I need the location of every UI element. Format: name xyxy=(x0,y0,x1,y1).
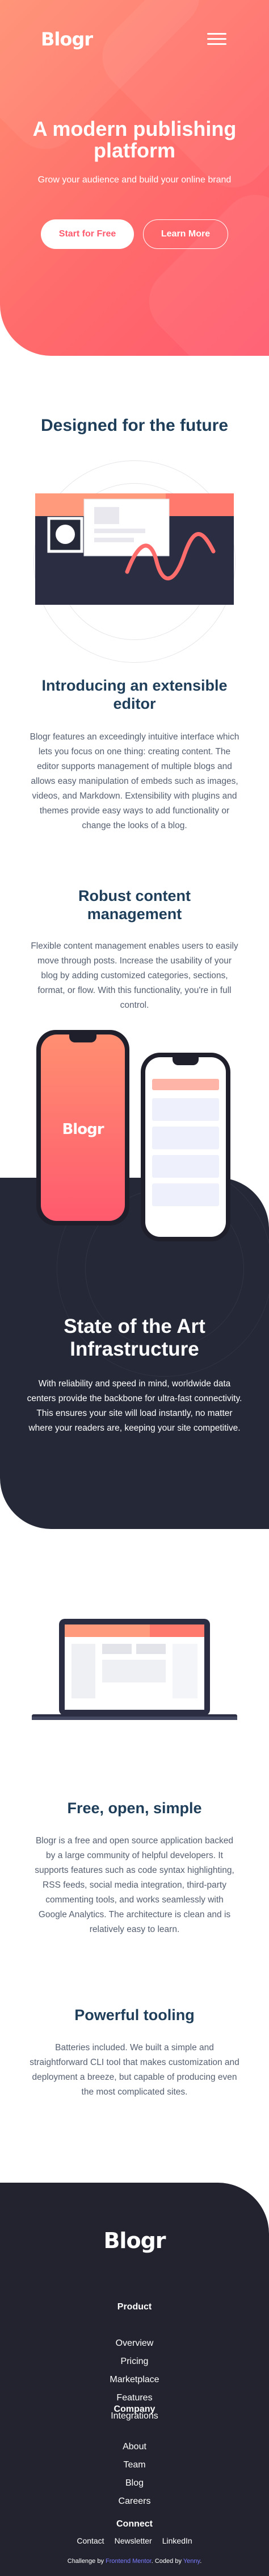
editor-illustration xyxy=(33,460,236,663)
hero-section: Blogr A modern publishing platform Grow … xyxy=(0,0,269,356)
editor-title: Introducing an extensible editor xyxy=(41,677,228,712)
future-section-title: Designed for the future xyxy=(40,416,228,435)
footer-link-pricing[interactable]: Pricing xyxy=(0,2357,269,2367)
simple-title: Free, open, simple xyxy=(67,1800,202,1817)
simple-text: Blogr is a free and open source applicat… xyxy=(35,1836,234,1934)
footer-link-contact[interactable]: Contact xyxy=(77,2536,104,2545)
footer-link-newsletter[interactable]: Newsletter xyxy=(115,2536,152,2545)
laptop-illustration xyxy=(32,1619,237,1720)
learn-more-button[interactable]: Learn More xyxy=(143,219,228,249)
footer-link-team[interactable]: Team xyxy=(0,2460,269,2470)
footer-connect-heading: Connect xyxy=(116,2519,153,2529)
infrastructure-text: With reliability and speed in mind, worl… xyxy=(27,1379,242,1433)
attribution-prefix: Challenge by xyxy=(67,2558,104,2565)
robust-text: Flexible content management enables user… xyxy=(31,941,238,1010)
editor-screen-icon xyxy=(35,493,234,605)
footer-link-features[interactable]: Features xyxy=(0,2393,269,2403)
footer-logo[interactable]: Blogr xyxy=(0,2228,269,2253)
tooling-title: Powerful tooling xyxy=(74,2006,195,2024)
attribution-mid: . Coded by xyxy=(151,2558,182,2565)
hero-subtitle: Grow your audience and build your online… xyxy=(37,175,232,185)
footer-link-careers[interactable]: Careers xyxy=(0,2496,269,2507)
footer-link-blog[interactable]: Blog xyxy=(0,2478,269,2488)
footer-connect-links: Contact Newsletter LinkedIn xyxy=(0,2536,269,2545)
site-logo[interactable]: Blogr xyxy=(41,28,93,50)
author-link[interactable]: Yenny xyxy=(183,2558,200,2565)
infrastructure-title: State of the Art Infrastructure xyxy=(64,1315,205,1360)
footer-link-marketplace[interactable]: Marketplace xyxy=(0,2375,269,2385)
hero-title: A modern publishing platform xyxy=(32,117,237,162)
editor-text: Blogr features an exceedingly intuitive … xyxy=(30,732,239,830)
hero-pattern xyxy=(88,0,269,202)
robust-title: Robust content management xyxy=(78,887,191,923)
start-for-free-button[interactable]: Start for Free xyxy=(41,219,134,249)
phone-logo: Blogr xyxy=(62,1121,104,1138)
attribution-end: . xyxy=(200,2558,202,2565)
hamburger-menu-icon[interactable] xyxy=(207,33,226,47)
phone-right-illustration xyxy=(141,1053,230,1241)
footer-product-heading: Product xyxy=(117,2302,152,2312)
footer-link-linkedin[interactable]: LinkedIn xyxy=(162,2536,192,2545)
footer-link-overview[interactable]: Overview xyxy=(0,2338,269,2349)
phone-left-illustration: Blogr xyxy=(36,1030,129,1225)
footer-link-about[interactable]: About xyxy=(0,2442,269,2452)
tooling-text: Batteries included. We built a simple an… xyxy=(30,2043,239,2097)
attribution: Challenge by Frontend Mentor. Coded by Y… xyxy=(0,2558,269,2565)
hero-pattern xyxy=(134,180,269,356)
frontend-mentor-link[interactable]: Frontend Mentor xyxy=(106,2558,152,2565)
footer-company-heading: Company xyxy=(114,2404,155,2414)
